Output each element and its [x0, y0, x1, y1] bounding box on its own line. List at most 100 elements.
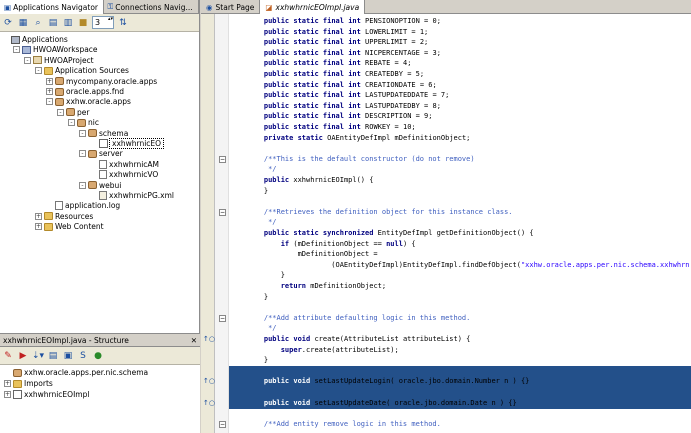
pkg-icon	[55, 87, 64, 96]
tree-node-label: application.log	[65, 201, 121, 211]
editor-tab-0[interactable]: ◉ Start Page	[201, 0, 261, 14]
tree-node-label: HWOAProject	[44, 55, 94, 65]
tab-label: Connections Navig...	[115, 2, 193, 12]
refresh-icon[interactable]: ⟳	[2, 17, 14, 29]
filter-icon[interactable]: ▤	[47, 17, 59, 29]
fold-icon[interactable]: −	[219, 314, 226, 322]
tree-node[interactable]: - HWOAWorkspace	[13, 44, 98, 55]
close-icon[interactable]: ✕	[198, 3, 199, 11]
close-icon[interactable]: ✕	[191, 336, 197, 345]
tree-node-label: schema	[99, 128, 129, 138]
ws-icon	[22, 45, 31, 54]
expand-icon[interactable]: +	[35, 223, 42, 231]
collapse-icon[interactable]: -	[24, 56, 31, 64]
tree-node-label: mycompany.oracle.apps	[66, 76, 158, 86]
fold-icon[interactable]: −	[219, 420, 226, 428]
code-line: /**Retrieves the definition object for t…	[247, 207, 513, 216]
tree-node[interactable]: - xxhw.oracle.apps	[46, 96, 131, 107]
tree-node[interactable]: + Web Content	[35, 221, 104, 232]
code-line	[229, 387, 691, 398]
collapse-icon[interactable]: -	[79, 181, 86, 189]
tree-node-label: webui	[99, 180, 122, 190]
navigator-icon: ▣	[4, 2, 12, 12]
expand-icon[interactable]: +	[46, 88, 53, 95]
pkg-icon	[88, 129, 97, 138]
structure-node[interactable]: xxhw.oracle.apps.per.nic.schema	[4, 367, 148, 378]
override-marker-icon[interactable]: ↑○	[203, 377, 215, 385]
pkg-icon	[66, 108, 75, 117]
app-icon	[11, 35, 20, 44]
tree-node[interactable]: - webui	[79, 180, 121, 191]
show-static-icon[interactable]: S	[77, 350, 89, 362]
show-methods-icon[interactable]: ▣	[62, 350, 74, 362]
collapse-icon[interactable]: -	[68, 119, 75, 127]
tree-node[interactable]: - HWOAProject	[24, 55, 94, 66]
tree-node[interactable]: xxhwhrnicVO	[90, 169, 158, 180]
tab-navigator-0[interactable]: ▣Applications Navigator✕	[0, 0, 104, 14]
start-page-icon: ◉	[206, 2, 213, 12]
tree-node[interactable]: - per	[57, 107, 89, 118]
structure-node[interactable]: + Imports	[4, 378, 53, 389]
collapse-icon[interactable]: -	[79, 150, 86, 158]
sort-icon[interactable]: ⇣▾	[32, 350, 44, 362]
collapse-icon[interactable]: -	[35, 67, 42, 75]
code-line: public static final int CREATIONDATE = 6…	[263, 80, 437, 89]
code-line: public static final int NICPERCENTAGE = …	[263, 48, 441, 57]
folder-icon[interactable]: ■	[77, 17, 89, 29]
override-marker-icon[interactable]: ↑○	[203, 335, 215, 343]
show-fields-icon[interactable]: ▤	[47, 350, 59, 362]
collapse-icon[interactable]: -	[79, 129, 86, 137]
tree-node[interactable]: xxhwhrnicEO	[90, 138, 165, 149]
tree-node[interactable]: xxhwhrnicAM	[90, 159, 159, 170]
tree-node[interactable]: - Application Sources	[35, 65, 129, 76]
expand-icon[interactable]: +	[4, 391, 11, 398]
sort-icon[interactable]: ▥	[62, 17, 74, 29]
collapse-icon[interactable]: -	[13, 46, 20, 54]
fold-icon[interactable]: −	[219, 208, 226, 216]
java-file-icon: ◪	[265, 2, 273, 12]
imports-icon	[13, 379, 22, 388]
pkg-icon	[77, 118, 86, 127]
tree-node[interactable]: xxhwhrnicPG.xml	[90, 190, 174, 201]
code-line: public void setLastUpdateDate( oracle.jb…	[229, 397, 691, 409]
expand-icon[interactable]: +	[4, 380, 11, 387]
override-marker-icon[interactable]: ↑○	[203, 399, 215, 407]
new-icon[interactable]: ▦	[17, 17, 29, 29]
editor-pane: ◉ Start Page ◪ xxhwhrnicEOImpl.java public …	[201, 0, 691, 433]
tree-node[interactable]: application.log	[46, 200, 120, 211]
expand-icon[interactable]: +	[35, 212, 42, 220]
tree-node[interactable]: + Resources	[35, 211, 93, 222]
tree-node[interactable]: - schema	[79, 128, 128, 139]
pin-icon[interactable]: ✎	[2, 350, 14, 362]
collapse-icon[interactable]: -	[46, 98, 53, 106]
code-editor[interactable]: public static final int PENSIONOPTION = …	[229, 14, 691, 433]
code-line: public static final int ROWKEY = 10;	[263, 123, 416, 131]
fold-icon[interactable]: −	[219, 155, 226, 163]
tree-node[interactable]: + oracle.apps.fnd	[46, 86, 124, 97]
expand-icon[interactable]: +	[46, 77, 53, 85]
editor-tab-label: Start Page	[215, 2, 255, 12]
show-public-icon[interactable]: ●	[92, 350, 104, 362]
pkg-icon	[88, 181, 97, 190]
level-spinner[interactable]: 3	[92, 16, 114, 29]
xml-icon	[99, 191, 107, 200]
tree-node-label: Web Content	[55, 222, 104, 232]
tree-node-label: xxhwhrnicPG.xml	[109, 191, 174, 200]
structure-pane: xxhwhrnicEOImpl.java - Structure ✕ ✎ ▶ ⇣…	[0, 333, 200, 433]
folder-icon	[44, 212, 53, 221]
structure-node[interactable]: + xxhwhrnicEOImpl	[4, 389, 89, 400]
editor-tab-1[interactable]: ◪ xxhwhrnicEOImpl.java	[260, 0, 366, 14]
freeze-icon[interactable]: ▶	[17, 350, 29, 362]
tab-navigator-1[interactable]: ⚿Connections Navig... ✕	[104, 0, 199, 14]
tree-node[interactable]: - server	[79, 148, 123, 159]
tree-node[interactable]: + mycompany.oracle.apps	[46, 76, 157, 87]
tree-node[interactable]: - nic	[68, 117, 99, 128]
code-line: public static final int REBATE = 4;	[263, 59, 412, 68]
tree-node-label: xxhwhrnicVO	[109, 170, 159, 180]
file-icon	[99, 159, 107, 169]
expand-collapse-icon[interactable]: ⇅	[117, 17, 129, 29]
tree-node[interactable]: Applications	[2, 34, 68, 45]
collapse-icon[interactable]: -	[57, 108, 64, 116]
search-icon[interactable]: ⌕	[32, 17, 44, 29]
